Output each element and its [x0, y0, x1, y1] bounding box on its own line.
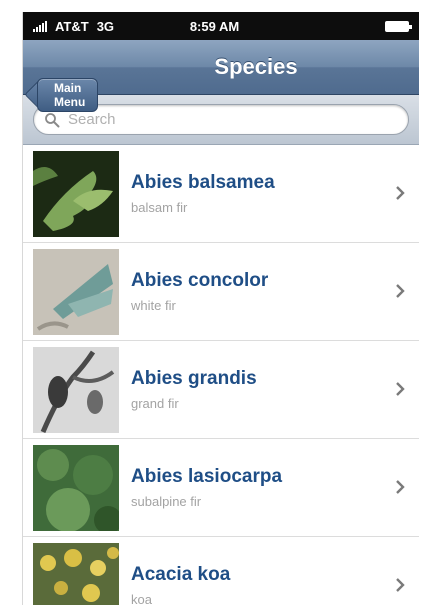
- species-photo: [33, 542, 119, 605]
- back-button-label: Main Menu: [54, 81, 86, 109]
- species-photo: [33, 346, 119, 433]
- list-item-text: Abies concolor white fir: [131, 270, 419, 313]
- list-item[interactable]: Abies balsamea balsam fir: [23, 145, 419, 243]
- scientific-name: Abies concolor: [131, 270, 269, 291]
- scientific-name: Abies lasiocarpa: [131, 466, 283, 487]
- chevron-right-icon: [396, 480, 405, 494]
- species-photo: [33, 150, 119, 237]
- scientific-name: Acacia koa: [131, 564, 231, 585]
- common-name: koa: [131, 592, 152, 605]
- common-name: grand fir: [131, 396, 179, 411]
- chevron-right-icon: [396, 382, 405, 396]
- signal-icon: [33, 20, 47, 32]
- carrier-label: AT&T: [55, 18, 89, 34]
- search-icon: [45, 112, 60, 127]
- list-item-text: Acacia koa koa: [131, 564, 419, 605]
- status-bar: AT&T 3G 8:59 AM: [23, 12, 419, 40]
- list-item-text: Abies grandis grand fir: [131, 368, 419, 411]
- main-menu-back-button[interactable]: Main Menu: [37, 78, 99, 112]
- species-list: Abies balsamea balsam fir Abies concolor…: [23, 145, 419, 605]
- scientific-name: Abies balsamea: [131, 172, 275, 193]
- navigation-bar: Main Menu Species: [23, 40, 419, 112]
- chevron-right-icon: [396, 186, 405, 200]
- common-name: white fir: [131, 298, 176, 313]
- list-item-text: Abies balsamea balsam fir: [131, 172, 419, 215]
- phone-screen: AT&T 3G 8:59 AM Main Menu Species Search…: [22, 12, 419, 605]
- common-name: balsam fir: [131, 200, 188, 215]
- network-label: 3G: [96, 18, 115, 34]
- species-photo: [33, 248, 119, 335]
- list-item[interactable]: Abies lasiocarpa subalpine fir: [23, 439, 419, 537]
- list-item[interactable]: Abies grandis grand fir: [23, 341, 419, 439]
- common-name: subalpine fir: [131, 494, 202, 509]
- search-input[interactable]: [66, 110, 370, 129]
- species-photo: [33, 444, 119, 531]
- clock: 8:59 AM: [189, 18, 240, 34]
- list-item-text: Abies lasiocarpa subalpine fir: [131, 466, 419, 509]
- list-item[interactable]: Abies concolor white fir: [23, 243, 419, 341]
- list-item[interactable]: Acacia koa koa: [23, 537, 419, 605]
- status-left: AT&T 3G: [33, 19, 114, 34]
- battery-icon: [384, 20, 412, 32]
- chevron-right-icon: [396, 578, 405, 592]
- chevron-right-icon: [396, 284, 405, 298]
- scientific-name: Abies grandis: [131, 368, 257, 389]
